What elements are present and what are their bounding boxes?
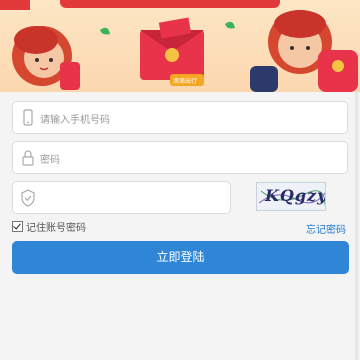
login-button[interactable]: 立即登陆 [12,241,349,274]
password-placeholder: 密码 [40,155,60,166]
lock-icon [22,150,34,166]
shield-icon [21,189,35,207]
forgot-password-link[interactable]: 忘记密码 [306,221,346,236]
phone-icon [23,109,33,126]
scrollbar[interactable] [355,92,358,360]
captcha-field[interactable] [12,181,231,214]
password-field[interactable]: 密码 [12,141,348,174]
phone-field[interactable]: 请输入手机号码 [12,101,348,134]
remember-label: 记住账号密码 [26,223,86,234]
banner-badge: 滴滴出行 [173,78,198,85]
checkbox-checked-icon[interactable] [12,221,23,232]
promo-banner: 滴滴出行 [0,0,360,92]
captcha-image[interactable]: KQgzy [256,182,326,211]
phone-placeholder: 请输入手机号码 [40,115,110,126]
captcha-code: KQgzy [265,186,326,205]
remember-checkbox[interactable]: 记住账号密码 [12,221,86,234]
